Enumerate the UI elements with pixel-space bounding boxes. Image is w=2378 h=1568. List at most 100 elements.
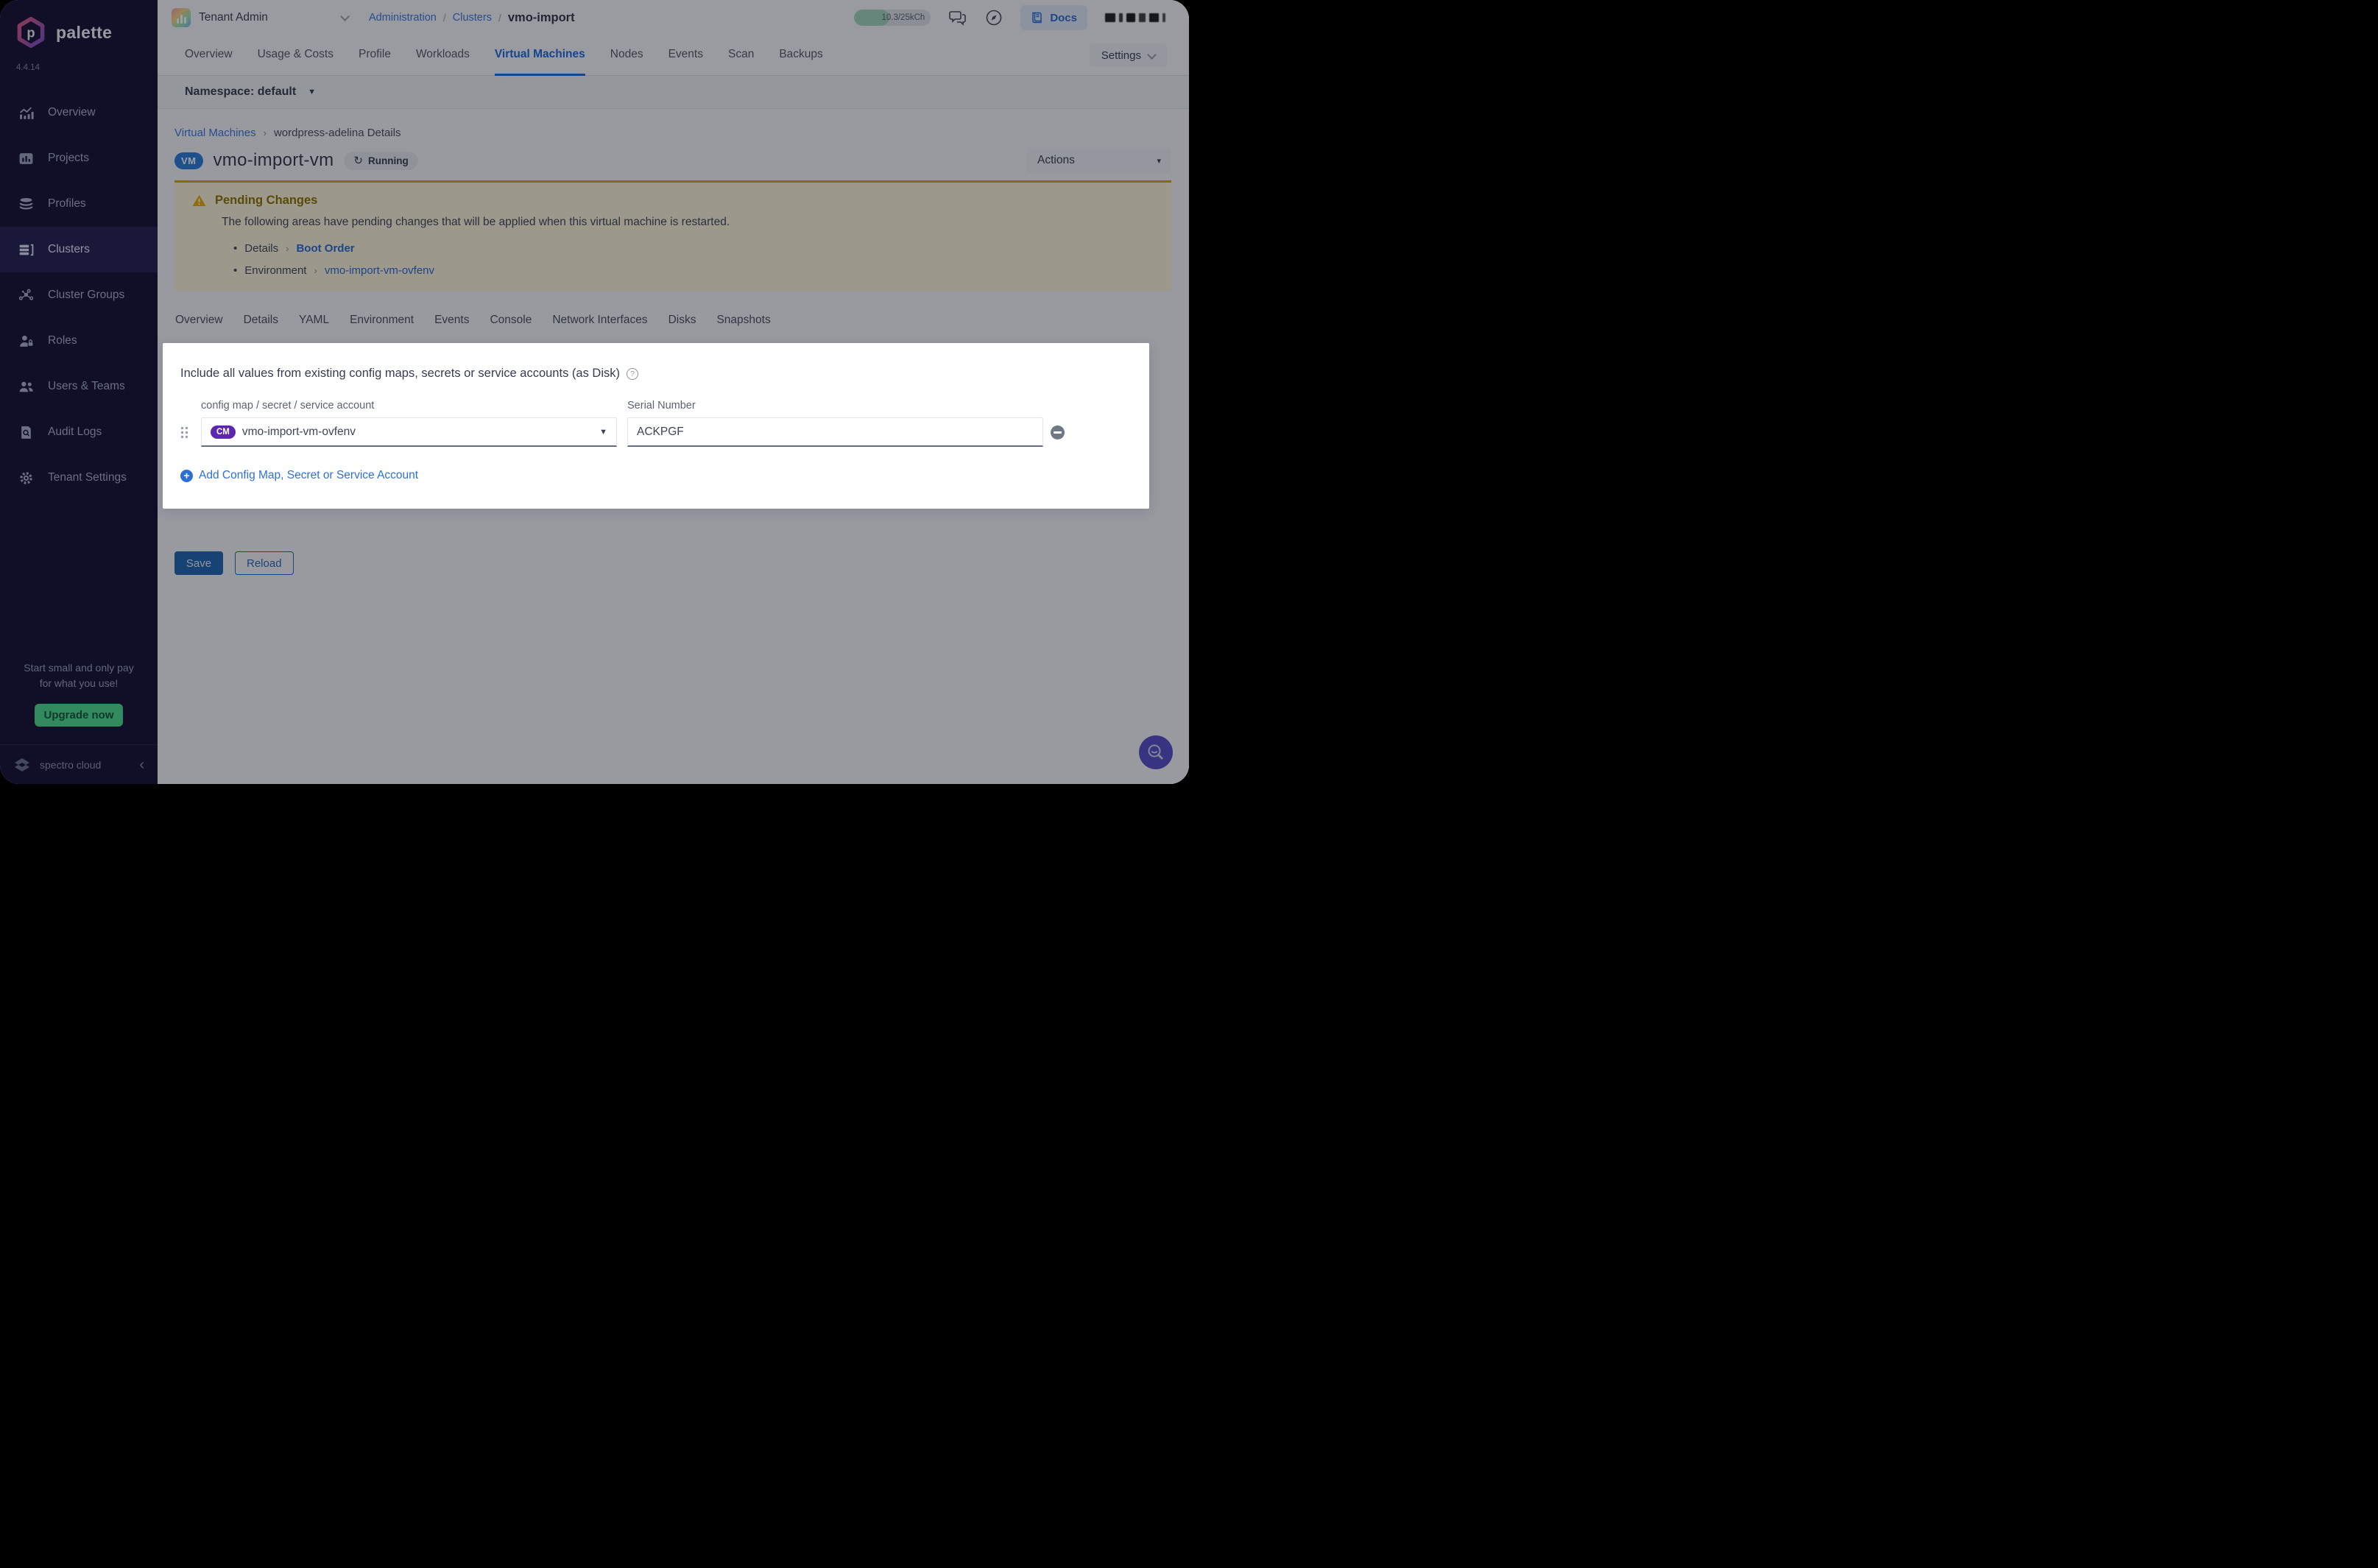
vm-tab-snapshots[interactable]: Snapshots [716, 314, 770, 327]
vm-tab-yaml[interactable]: YAML [299, 314, 329, 327]
drag-handle[interactable] [180, 426, 201, 439]
field-labels-row: config map / secret / service account Se… [180, 400, 1132, 412]
pending-area: Details [244, 242, 279, 255]
user-account-redacted[interactable] [1105, 13, 1170, 23]
sidebar-item-audit-logs[interactable]: Audit Logs [0, 409, 158, 455]
serial-number-input[interactable] [627, 417, 1043, 447]
tab-overview[interactable]: Overview [185, 36, 233, 76]
audit-logs-icon [21, 425, 31, 439]
vm-tab-environment[interactable]: Environment [350, 314, 414, 327]
docs-label: Docs [1050, 11, 1077, 24]
cluster-tabs: Overview Usage & Costs Profile Workloads… [158, 35, 1189, 76]
plus-icon: + [180, 469, 193, 482]
feedback-chat-icon[interactable] [948, 8, 967, 27]
tab-nodes[interactable]: Nodes [610, 36, 643, 76]
chevron-right-icon: › [263, 127, 267, 138]
tab-backups[interactable]: Backups [779, 36, 822, 76]
config-source-select[interactable]: CM vmo-import-vm-ovfenv ▼ [201, 417, 617, 447]
vm-breadcrumb-current: wordpress-adelina Details [273, 127, 401, 139]
vm-detail-tabs: Overview Details YAML Environment Events… [174, 314, 1171, 327]
pending-link-ovfenv[interactable]: vmo-import-vm-ovfenv [325, 264, 434, 277]
clusters-icon [19, 244, 34, 255]
actions-dropdown[interactable]: Actions ▾ [1027, 148, 1171, 173]
sidebar-item-label: Roles [48, 334, 77, 347]
profiles-icon [19, 197, 33, 210]
serial-number-label: Serial Number [627, 400, 696, 412]
vm-status-label: Running [367, 155, 409, 166]
add-config-map-label: Add Config Map, Secret or Service Accoun… [199, 469, 419, 481]
vm-tab-disks[interactable]: Disks [668, 314, 696, 327]
sidebar-item-cluster-groups[interactable]: Cluster Groups [0, 272, 158, 318]
sidebar-item-users-teams[interactable]: Users & Teams [0, 364, 158, 409]
config-row: CM vmo-import-vm-ovfenv ▼ [180, 417, 1132, 447]
chevron-right-icon: › [286, 243, 289, 254]
namespace-selector[interactable]: Namespace: default [185, 85, 296, 99]
reload-button[interactable]: Reload [235, 551, 294, 575]
pending-change-item: • Environment › vmo-import-vm-ovfenv [233, 264, 1154, 277]
pending-changes-description: The following areas have pending changes… [222, 216, 730, 228]
breadcrumb-administration[interactable]: Administration [369, 12, 437, 24]
overview-icon [20, 107, 34, 119]
tenant-selector-label: Tenant Admin [199, 11, 268, 24]
pending-link-boot-order[interactable]: Boot Order [296, 242, 354, 255]
upgrade-now-button[interactable]: Upgrade now [35, 704, 123, 727]
sidebar-footer: spectro cloud ‹ [0, 744, 158, 784]
tenant-settings-icon [20, 471, 32, 484]
sidebar-item-clusters[interactable]: Clusters [0, 227, 158, 272]
topbar-right: 10.3/25kCh Docs [854, 5, 1170, 30]
vm-tab-details[interactable]: Details [244, 314, 278, 327]
vm-tab-events[interactable]: Events [434, 314, 469, 327]
tab-events[interactable]: Events [668, 36, 703, 76]
caret-down-icon: ▾ [1157, 156, 1161, 166]
collapse-sidebar-icon[interactable]: ‹ [139, 757, 144, 772]
caret-down-icon: ▼ [308, 88, 317, 96]
save-button[interactable]: Save [174, 551, 223, 575]
help-icon[interactable]: ? [626, 367, 638, 380]
sidebar-item-label: Profiles [48, 197, 86, 210]
vm-tab-network-interfaces[interactable]: Network Interfaces [552, 314, 647, 327]
breadcrumb: Administration / Clusters / vmo-import [369, 11, 575, 25]
sidebar: p palette 4.4.14 Overview Projects Profi… [0, 0, 158, 784]
explore-compass-icon[interactable] [985, 9, 1003, 27]
sidebar-item-overview[interactable]: Overview [0, 90, 158, 135]
breadcrumb-clusters[interactable]: Clusters [453, 12, 492, 24]
docs-button[interactable]: Docs [1020, 5, 1087, 30]
add-config-map-link[interactable]: + Add Config Map, Secret or Service Acco… [180, 469, 418, 482]
settings-button[interactable]: Settings [1089, 43, 1167, 67]
tab-profile[interactable]: Profile [359, 36, 391, 76]
tab-usage-costs[interactable]: Usage & Costs [258, 36, 334, 76]
card-title: Include all values from existing config … [180, 367, 620, 380]
app-version: 4.4.14 [16, 63, 40, 72]
pending-area: Environment [244, 264, 307, 277]
main-area: Tenant Admin Administration / Clusters /… [158, 0, 1189, 784]
sidebar-item-projects[interactable]: Projects [0, 135, 158, 181]
users-teams-icon [19, 381, 33, 392]
sidebar-item-label: Users & Teams [48, 380, 125, 392]
vm-breadcrumb-link[interactable]: Virtual Machines [174, 127, 256, 139]
tab-virtual-machines[interactable]: Virtual Machines [494, 36, 585, 76]
settings-label: Settings [1101, 49, 1141, 62]
sidebar-item-tenant-settings[interactable]: Tenant Settings [0, 455, 158, 501]
sidebar-item-roles[interactable]: Roles [0, 318, 158, 364]
tab-scan[interactable]: Scan [728, 36, 754, 76]
palette-logo: p palette [0, 0, 158, 49]
breadcrumb-separator: / [442, 12, 446, 24]
bullet: • [233, 264, 238, 277]
usage-meter-label: 10.3/25kCh [881, 13, 925, 22]
chevron-down-icon [1147, 49, 1157, 60]
usage-meter[interactable]: 10.3/25kCh [854, 10, 931, 26]
vm-title-row: VM vmo-import-vm ↻ Running Actions ▾ [174, 148, 1171, 173]
svg-text:p: p [27, 24, 35, 40]
vm-tab-overview[interactable]: Overview [175, 314, 223, 327]
remove-row-button[interactable] [1051, 425, 1065, 439]
sidebar-nav: Overview Projects Profiles Clusters Clus… [0, 90, 158, 501]
breadcrumb-current: vmo-import [507, 10, 575, 24]
upgrade-promo: Start small and only pay for what you us… [0, 660, 158, 692]
tab-workloads[interactable]: Workloads [416, 36, 470, 76]
tenant-selector[interactable]: Tenant Admin [172, 8, 350, 27]
vm-tab-console[interactable]: Console [490, 314, 532, 327]
card-title-row: Include all values from existing config … [180, 367, 1132, 381]
support-search-fab[interactable] [1139, 735, 1173, 769]
sidebar-item-profiles[interactable]: Profiles [0, 181, 158, 227]
environment-config-card: Include all values from existing config … [163, 343, 1149, 509]
